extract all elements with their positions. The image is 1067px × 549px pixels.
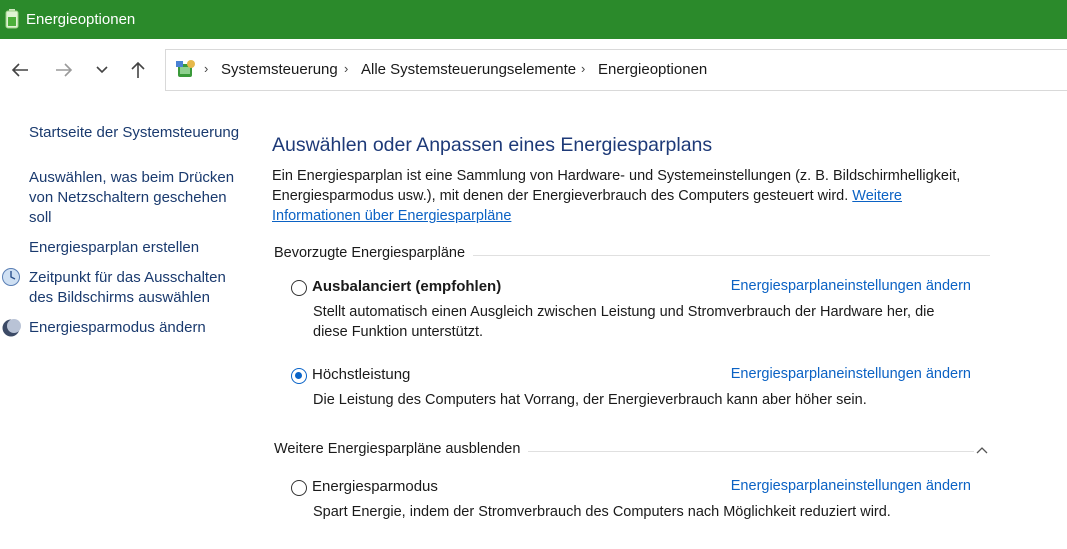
- page-title: Auswählen oder Anpassen eines Energiespa…: [272, 134, 713, 156]
- arrow-left-icon: [11, 62, 29, 78]
- breadcrumb-alle-elemente[interactable]: Alle Systemsteuerungselemente: [361, 61, 576, 78]
- battery-icon: [5, 9, 19, 29]
- main-content: Auswählen oder Anpassen eines Energiespa…: [272, 97, 1067, 549]
- plan-hoechstleistung: Höchstleistung Energiesparplaneinstellun…: [291, 366, 971, 410]
- title-bar: Energieoptionen: [0, 0, 1067, 39]
- forward-button[interactable]: [52, 58, 76, 82]
- intro-paragraph: Ein Energiesparplan ist eine Sammlung vo…: [272, 166, 992, 226]
- address-bar[interactable]: › Systemsteuerung › Alle Systemsteuerung…: [165, 49, 1067, 91]
- up-button[interactable]: [126, 58, 150, 82]
- navigation-bar: › Systemsteuerung › Alle Systemsteuerung…: [0, 39, 1067, 97]
- preferred-plans-label: Bevorzugte Energiesparpläne: [274, 245, 474, 261]
- breadcrumb-separator: ›: [344, 61, 349, 76]
- plan-description: Spart Energie, indem der Stromverbrauch …: [313, 504, 891, 520]
- plan-name[interactable]: Energiesparmodus: [312, 478, 438, 495]
- breadcrumb-energieoptionen[interactable]: Energieoptionen: [598, 61, 707, 78]
- sidebar-item-bildschirm[interactable]: Zeitpunkt für das Ausschalten des Bildsc…: [29, 268, 244, 308]
- more-plans-group: Weitere Energiesparpläne ausblenden: [274, 441, 990, 461]
- back-button[interactable]: [8, 58, 32, 82]
- monitor-icon: [1, 267, 21, 287]
- moon-icon: [1, 318, 21, 338]
- arrow-up-icon: [130, 61, 146, 79]
- breadcrumb-separator: ›: [581, 61, 586, 76]
- plan-radio-energiesparmodus[interactable]: [291, 480, 307, 496]
- sidebar-item-netzschalter[interactable]: Auswählen, was beim Drücken von Netzscha…: [29, 168, 244, 228]
- plan-description: Stellt automatisch einen Ausgleich zwisc…: [313, 304, 935, 340]
- plan-name[interactable]: Ausbalanciert (empfohlen): [312, 278, 501, 295]
- sidebar-item-startseite[interactable]: Startseite der Systemsteuerung: [29, 123, 244, 143]
- plan-settings-link[interactable]: Energiesparplaneinstellungen ändern: [731, 278, 971, 294]
- sidebar: Startseite der Systemsteuerung Auswählen…: [0, 97, 250, 549]
- control-panel-icon: [175, 58, 197, 80]
- breadcrumb-separator: ›: [204, 61, 209, 76]
- plan-settings-link[interactable]: Energiesparplaneinstellungen ändern: [731, 478, 971, 494]
- arrow-right-icon: [55, 62, 73, 78]
- plan-energiesparmodus: Energiesparmodus Energiesparplaneinstell…: [291, 478, 971, 522]
- chevron-down-icon: [95, 65, 109, 75]
- plan-description: Die Leistung des Computers hat Vorrang, …: [313, 392, 867, 408]
- sidebar-item-energiesparmodus[interactable]: Energiesparmodus ändern: [29, 318, 244, 338]
- chevron-up-icon[interactable]: [974, 443, 990, 459]
- plan-name[interactable]: Höchstleistung: [312, 366, 410, 383]
- plan-settings-link[interactable]: Energiesparplaneinstellungen ändern: [731, 366, 971, 382]
- plan-ausbalanciert: Ausbalanciert (empfohlen) Energiesparpla…: [291, 278, 971, 342]
- more-plans-label[interactable]: Weitere Energiesparpläne ausblenden: [274, 441, 529, 457]
- window-title: Energieoptionen: [26, 11, 136, 28]
- sidebar-item-plan-erstellen[interactable]: Energiesparplan erstellen: [29, 238, 244, 258]
- recent-locations-button[interactable]: [90, 58, 114, 82]
- preferred-plans-group: Bevorzugte Energiesparpläne: [274, 245, 990, 265]
- breadcrumb-systemsteuerung[interactable]: Systemsteuerung: [221, 61, 338, 78]
- plan-radio-hoechstleistung[interactable]: [291, 368, 307, 384]
- plan-radio-ausbalanciert[interactable]: [291, 280, 307, 296]
